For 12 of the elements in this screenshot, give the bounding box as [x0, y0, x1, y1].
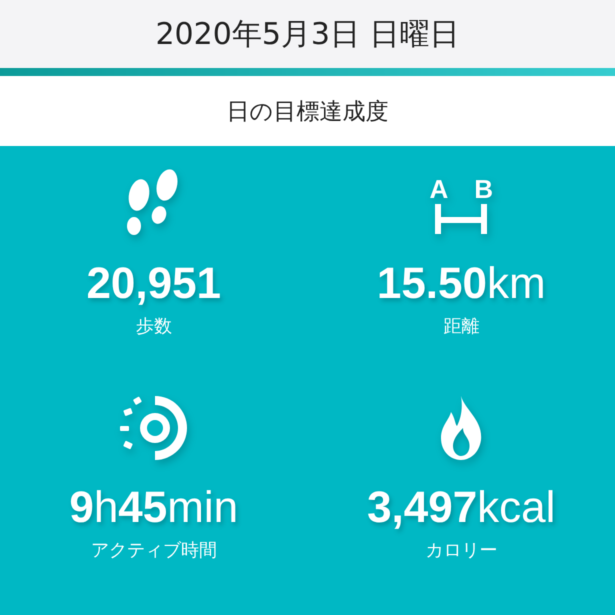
section-title: 日の目標達成度: [226, 98, 388, 126]
stat-value: 9h45min: [69, 482, 238, 534]
flame-icon: [439, 396, 484, 460]
date-title: 2020年5月3日 日曜日: [155, 16, 460, 54]
stat-value: 3,497kcal: [367, 482, 556, 534]
stat-value: 20,951: [86, 258, 222, 310]
activity-ring-icon: [118, 395, 189, 461]
stat-label: カロリー: [425, 539, 498, 562]
stat-label: 距離: [443, 315, 480, 338]
stat-value: 15.50km: [376, 258, 546, 310]
stat-label: アクティブ時間: [90, 539, 217, 562]
stat-label: 歩数: [136, 315, 172, 338]
